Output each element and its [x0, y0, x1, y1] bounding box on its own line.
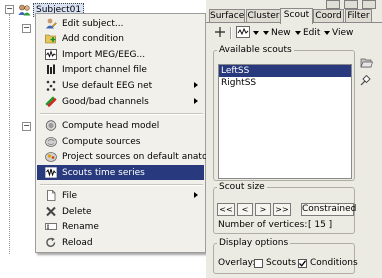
menu-item-scouts-time-series[interactable]: Scouts time series	[37, 165, 204, 180]
menu-item-label: Compute sources	[62, 136, 141, 147]
overlay-label: Overlay:	[218, 258, 256, 268]
scouts-checkbox[interactable]	[254, 259, 263, 268]
menu-item-label: Import MEG/EEG...	[62, 49, 146, 60]
menu-item-label: Use default EEG net	[62, 80, 153, 91]
scout-display-dropdown[interactable]	[253, 26, 259, 40]
display-options-group: Display options	[213, 238, 355, 274]
menu-item-label: Reload	[62, 237, 93, 248]
menu-item-label: Add condition	[62, 33, 124, 44]
view-menu-label: View	[332, 28, 354, 38]
list-item[interactable]: RightSS	[219, 77, 351, 89]
menu-separator	[40, 113, 203, 115]
delete-icon	[45, 206, 57, 217]
chevron-down-icon	[263, 28, 269, 38]
submenu-arrow-icon	[194, 192, 198, 198]
add-condition-icon	[45, 33, 57, 44]
grow-button[interactable]: >	[255, 203, 271, 216]
menu-item-label: Project sources on default anatomy	[62, 151, 222, 162]
context-menu: Edit subject... Add condition Import MEG…	[35, 13, 222, 253]
menu-item-reload[interactable]: Reload	[37, 235, 204, 250]
grow-fast-button[interactable]: >>	[273, 203, 291, 216]
maximize-button[interactable]	[344, 0, 358, 9]
menu-item-label: Delete	[62, 206, 92, 217]
menu-item-import-meg-eeg[interactable]: Import MEG/EEG...	[37, 47, 204, 62]
compute-sources-icon	[45, 136, 57, 147]
tab-coord[interactable]: Coord	[313, 9, 344, 23]
head-model-icon	[45, 120, 57, 131]
scout-graph-icon	[236, 25, 250, 41]
menu-item-label: Good/bad channels	[62, 96, 149, 107]
conditions-checkbox-label: Conditions	[310, 258, 358, 268]
minimize-button[interactable]	[326, 0, 340, 9]
close-button[interactable]	[362, 0, 376, 9]
tab-surface[interactable]: Surface	[209, 9, 245, 23]
scout-display-button[interactable]	[236, 25, 250, 41]
edit-menu[interactable]: Edit	[295, 26, 320, 40]
menu-item-label: Compute head model	[62, 120, 160, 131]
condition-expander[interactable]: −	[22, 24, 31, 33]
scouts-time-series-icon	[45, 167, 57, 178]
new-menu-label: New	[271, 28, 291, 38]
menu-item-import-channel-file[interactable]: Import channel file	[37, 62, 204, 77]
tab-filter[interactable]: Filter	[345, 9, 372, 23]
menu-item-label: Import channel file	[62, 64, 147, 75]
submenu-arrow-icon	[194, 98, 198, 104]
menu-item-delete[interactable]: Delete	[37, 204, 204, 219]
menu-item-compute-sources[interactable]: Compute sources	[37, 134, 204, 149]
tree-connector-line	[9, 14, 10, 254]
menu-item-label: Scouts time series	[62, 167, 145, 178]
tab-cluster[interactable]: Cluster	[246, 9, 281, 23]
chevron-down-icon	[295, 28, 301, 38]
menu-separator	[40, 184, 203, 186]
add-scout-button[interactable]	[214, 26, 226, 40]
menu-item-label: Rename	[62, 221, 99, 232]
new-menu[interactable]: New	[263, 26, 291, 40]
conditions-checkbox[interactable]	[298, 259, 307, 268]
toolbar-separator	[230, 27, 232, 39]
menu-item-label: Edit subject...	[62, 18, 124, 29]
reload-icon	[45, 237, 57, 248]
subject-icon	[18, 4, 31, 16]
menu-item-good-bad-channels[interactable]: Good/bad channels	[37, 94, 204, 109]
edit-subject-icon	[45, 18, 57, 29]
tab-scout[interactable]: Scout	[280, 8, 313, 24]
results-expander[interactable]: −	[22, 122, 31, 131]
list-item[interactable]: LeftSS	[219, 65, 351, 77]
menu-item-add-condition[interactable]: Add condition	[37, 31, 204, 46]
edit-menu-label: Edit	[303, 28, 321, 38]
save-scout-icon[interactable]	[360, 73, 373, 86]
scouts-list[interactable]: LeftSS RightSS	[218, 64, 352, 179]
scout-size-legend: Scout size	[219, 182, 265, 192]
menu-item-use-default-eeg-net[interactable]: Use default EEG net	[37, 78, 204, 93]
submenu-arrow-icon	[194, 82, 198, 88]
shrink-button[interactable]: <	[237, 203, 253, 216]
rename-icon	[45, 221, 57, 232]
available-scouts-legend: Available scouts	[219, 45, 292, 55]
constrained-button[interactable]: Constrained	[301, 203, 356, 216]
vertices-value: [ 15 ]	[308, 220, 333, 230]
eeg-net-icon	[45, 80, 57, 91]
crosshair-icon	[214, 26, 226, 41]
vertices-label: Number of vertices:	[218, 220, 308, 230]
import-meg-icon	[45, 49, 57, 60]
menu-item-project-sources[interactable]: Project sources on default anatomy	[37, 149, 222, 164]
subject-expander[interactable]: −	[5, 5, 14, 14]
chevron-down-icon	[324, 28, 330, 38]
display-options-legend: Display options	[219, 238, 289, 248]
good-bad-icon	[45, 96, 57, 107]
scouts-checkbox-label: Scouts	[266, 258, 297, 268]
project-sources-icon	[45, 151, 57, 162]
open-folder-icon[interactable]	[360, 56, 373, 69]
view-menu[interactable]: View	[324, 26, 353, 40]
menu-item-compute-head-model[interactable]: Compute head model	[37, 118, 204, 133]
menu-item-edit-subject[interactable]: Edit subject...	[37, 16, 204, 31]
file-icon	[45, 190, 57, 201]
scout-panel: Surface Cluster Scout Coord Filter New E…	[206, 0, 382, 278]
menu-item-file[interactable]: File	[37, 188, 204, 203]
menu-item-rename[interactable]: Rename	[37, 219, 204, 234]
shrink-fast-button[interactable]: <<	[217, 203, 235, 216]
menu-item-label: File	[62, 190, 78, 201]
chevron-down-icon	[253, 28, 259, 38]
import-channel-icon	[45, 64, 57, 75]
